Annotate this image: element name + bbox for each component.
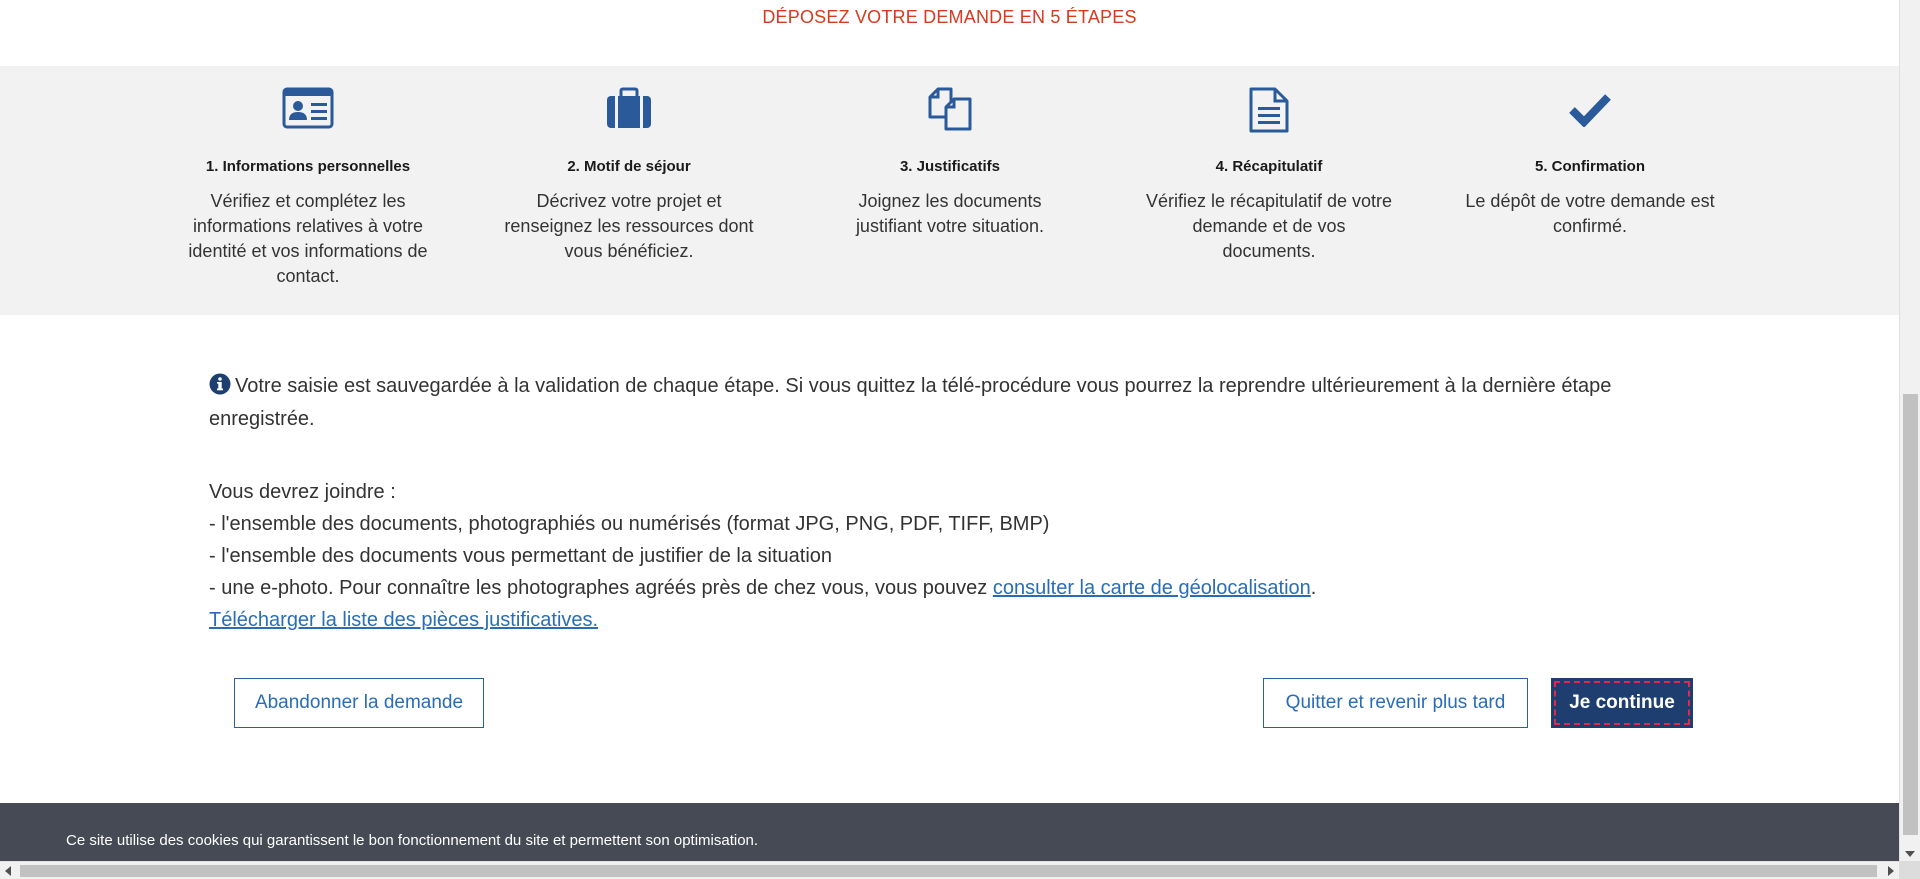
- steps-band: 1. Informations personnelles Vérifiez et…: [0, 66, 1899, 315]
- attachment-item-suffix: .: [1310, 577, 1317, 599]
- documents-icon: [825, 87, 1075, 147]
- continue-button[interactable]: Je continue: [1551, 678, 1693, 728]
- step-confirmation: 5. Confirmation Le dépôt de votre demand…: [1465, 66, 1715, 239]
- step-description: Joignez les documents justifiant votre s…: [855, 191, 1045, 236]
- attachment-item: - l'ensemble des documents, photographié…: [209, 513, 1050, 535]
- scrollbar-corner: [1899, 861, 1920, 879]
- scroll-right-arrow-icon[interactable]: [1888, 866, 1894, 876]
- cookie-banner-text: Ce site utilise des cookies qui garantis…: [66, 832, 759, 849]
- step-label: 1. Informations personnelles: [205, 158, 411, 175]
- vertical-scrollbar[interactable]: [1899, 0, 1920, 861]
- cookie-banner: Ce site utilise des cookies qui garantis…: [0, 803, 1899, 861]
- step-personal-info: 1. Informations personnelles Vérifiez et…: [183, 66, 433, 289]
- horizontal-scrollbar[interactable]: [0, 861, 1899, 879]
- step-label: 2. Motif de séjour: [567, 158, 691, 175]
- attachments-intro: Vous devrez joindre :: [209, 481, 396, 503]
- step-description: Vérifiez le récapitulatif de votre deman…: [1145, 191, 1393, 261]
- steps-title: DÉPOSEZ VOTRE DEMANDE EN 5 ÉTAPES: [762, 7, 1137, 27]
- attachment-item-text: - une e-photo. Pour connaître les photog…: [209, 577, 993, 599]
- vertical-scrollbar-thumb[interactable]: [1903, 394, 1918, 835]
- step-label: 4. Récapitulatif: [1215, 158, 1323, 175]
- step-stay-reason: 2. Motif de séjour Décrivez votre projet…: [504, 66, 754, 264]
- geolocation-map-link[interactable]: consulter la carte de géolocalisation: [993, 577, 1311, 599]
- attachment-item: - l'ensemble des documents vous permetta…: [209, 545, 833, 567]
- scroll-left-arrow-icon[interactable]: [5, 866, 11, 876]
- page: DÉPOSEZ VOTRE DEMANDE EN 5 ÉTAPES 1. Inf…: [0, 0, 1899, 861]
- step-description: Le dépôt de votre demande est confirmé.: [1465, 191, 1715, 236]
- attachment-item: - une e-photo. Pour connaître les photog…: [209, 572, 1699, 604]
- abandon-request-button[interactable]: Abandonner la demande: [234, 678, 484, 728]
- step-label: 3. Justificatifs: [899, 158, 1001, 175]
- attachments-list: Vous devrez joindre : - l'ensemble des d…: [209, 476, 1699, 636]
- step-description: Vérifiez et complétez les informations r…: [188, 191, 428, 286]
- step-documents: 3. Justificatifs Joignez les documents j…: [825, 66, 1075, 239]
- info-circle-icon: [209, 373, 231, 404]
- id-card-icon: [183, 87, 433, 147]
- save-notice-text: Votre saisie est sauvegardée à la valida…: [209, 375, 1612, 430]
- step-description: Décrivez votre projet et renseignez les …: [504, 191, 754, 261]
- save-notice: Votre saisie est sauvegardée à la valida…: [209, 371, 1699, 434]
- scroll-down-arrow-icon[interactable]: [1905, 851, 1915, 857]
- download-documents-list-link[interactable]: Télécharger la liste des pièces justific…: [209, 609, 598, 631]
- step-label: 5. Confirmation: [1534, 158, 1645, 175]
- step-summary: 4. Récapitulatif Vérifiez le récapitulat…: [1144, 66, 1394, 264]
- checkmark-icon: [1465, 87, 1715, 147]
- horizontal-scrollbar-thumb[interactable]: [20, 865, 1877, 877]
- briefcase-icon: [504, 87, 754, 147]
- document-text-icon: [1144, 87, 1394, 147]
- instructions: Votre saisie est sauvegardée à la valida…: [209, 371, 1699, 636]
- quit-and-return-later-button[interactable]: Quitter et revenir plus tard: [1263, 678, 1528, 728]
